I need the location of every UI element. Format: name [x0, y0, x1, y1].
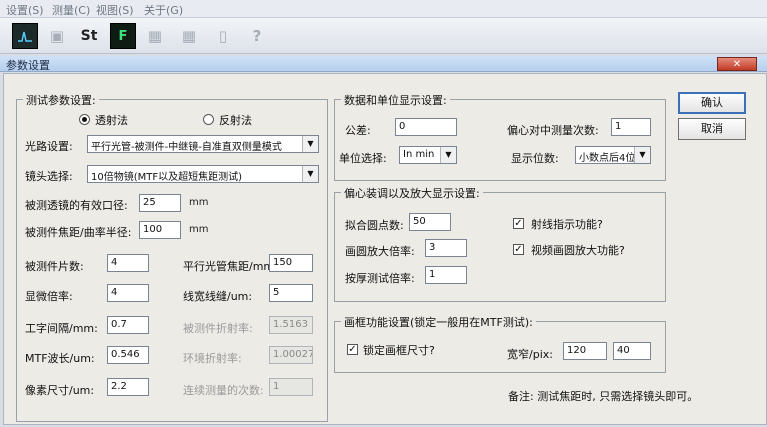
dialog-title: 参数设置: [6, 59, 50, 72]
aperture-label: 被测透镜的有效口径:: [25, 199, 128, 212]
parameter-dialog: 测试参数设置: 透射法 反射法 光路设置: 平行光管-被测件-中继镜-自准直双侧…: [3, 73, 767, 425]
pixel-input[interactable]: 2.2: [107, 378, 149, 396]
lock-frame-label: 锁定画框尺寸?: [363, 344, 435, 357]
repeat-input[interactable]: 1: [269, 378, 313, 396]
pixel-label: 像素尺寸/um:: [25, 384, 95, 397]
thickness-label: 按厚测试倍率:: [345, 272, 415, 285]
digits-select[interactable]: 小数点后4位 ▼: [575, 146, 651, 164]
circle-mag-input[interactable]: 3: [425, 239, 467, 257]
eccentric-count-input[interactable]: 1: [611, 118, 651, 136]
frame-size-label: 宽窄/pix:: [507, 348, 553, 361]
menu-view[interactable]: 视图(S): [96, 2, 134, 18]
env-label: 环境折射率:: [183, 352, 242, 365]
unit-label: 单位选择:: [339, 152, 387, 165]
mag-label: 显微倍率:: [25, 290, 73, 303]
frame-title: 画框功能设置(锁定一般用在MTF测试):: [341, 314, 536, 330]
radio-transmit-label: 透射法: [95, 114, 128, 127]
pieces-input[interactable]: 4: [107, 254, 149, 272]
lens-select[interactable]: 10倍物镜(MTF以及超短焦距测试) ▼: [87, 165, 319, 183]
cross-indicator-checkbox[interactable]: ✓: [513, 218, 524, 229]
menu-bar: 设置(S) 测量(C) 视图(S) 关于(G): [0, 0, 767, 18]
refract-input[interactable]: 1.5163: [269, 316, 313, 334]
repeat-label: 连续测量的次数:: [183, 384, 264, 397]
focal-unit: mm: [189, 224, 209, 235]
note-text: 备注: 测试焦距时, 只需选择镜头即可。: [508, 390, 699, 403]
chevron-down-icon: ▼: [302, 136, 318, 152]
tolerance-label: 公差:: [345, 124, 371, 137]
st-button[interactable]: St: [76, 23, 102, 49]
test-params-group: 测试参数设置: 透射法 反射法 光路设置: 平行光管-被测件-中继镜-自准直双侧…: [16, 92, 328, 422]
aperture-unit: mm: [189, 197, 209, 208]
spacing-label: 工字间隔/mm:: [25, 322, 98, 335]
refract-label: 被测件折射率:: [183, 322, 253, 335]
chevron-down-icon: ▼: [440, 147, 456, 163]
grid-icon[interactable]: ▦: [142, 23, 168, 49]
f-button[interactable]: F: [110, 23, 136, 49]
thickness-input[interactable]: 1: [425, 266, 467, 284]
aperture-input[interactable]: 25: [139, 194, 181, 212]
unit-value: In min: [403, 149, 435, 160]
eccentric-count-label: 偏心对中测量次数:: [507, 124, 599, 137]
data-units-title: 数据和单位显示设置:: [341, 92, 450, 108]
wavelength-input[interactable]: 0.546: [107, 346, 149, 364]
line-label: 线宽线缝/um:: [183, 290, 253, 303]
help-icon[interactable]: ?: [244, 23, 270, 49]
line-input[interactable]: 5: [269, 284, 313, 302]
dialog-title-bar: 参数设置 ✕: [0, 56, 767, 72]
menu-measure[interactable]: 测量(C): [52, 2, 90, 18]
lens-value: 10倍物镜(MTF以及超短焦距测试): [91, 172, 243, 183]
radio-transmit[interactable]: [79, 114, 90, 125]
menu-about[interactable]: 关于(G): [144, 2, 183, 18]
frame-group: 画框功能设置(锁定一般用在MTF测试): ✓ 锁定画框尺寸? 宽窄/pix: 1…: [334, 314, 666, 373]
menu-settings[interactable]: 设置(S): [6, 2, 44, 18]
pieces-label: 被测件片数:: [25, 260, 84, 273]
cross-indicator-label: 射线指示功能?: [531, 218, 603, 231]
focal-input[interactable]: 100: [139, 221, 181, 239]
waveform-icon[interactable]: [12, 23, 38, 49]
light-path-select[interactable]: 平行光管-被测件-中继镜-自准直双侧量模式 ▼: [87, 135, 319, 153]
env-input[interactable]: 1.000273: [269, 346, 313, 364]
mag-input[interactable]: 4: [107, 284, 149, 302]
eccentric-display-title: 偏心装调以及放大显示设置:: [341, 185, 483, 201]
frame-icon[interactable]: ▣: [44, 23, 70, 49]
data-units-group: 数据和单位显示设置: 公差: 0 偏心对中测量次数: 1 单位选择: In mi…: [334, 92, 666, 181]
light-path-value: 平行光管-被测件-中继镜-自准直双侧量模式: [91, 142, 282, 153]
fit-points-input[interactable]: 50: [409, 213, 451, 231]
frame-width-input[interactable]: 120: [563, 342, 607, 360]
collimator-label: 平行光管焦距/mm:: [183, 260, 278, 273]
document-icon[interactable]: ▯: [210, 23, 236, 49]
spacing-input[interactable]: 0.7: [107, 316, 149, 334]
radio-reflect[interactable]: [203, 114, 214, 125]
tolerance-input[interactable]: 0: [395, 118, 457, 136]
circle-mag-label: 画圆放大倍率:: [345, 245, 415, 258]
chevron-down-icon: ▼: [302, 166, 318, 182]
lock-frame-checkbox[interactable]: ✓: [347, 344, 358, 355]
lens-label: 镜头选择:: [25, 170, 73, 183]
wavelength-label: MTF波长/um:: [25, 352, 95, 365]
grid-alt-icon[interactable]: ▦: [176, 23, 202, 49]
chevron-down-icon: ▼: [634, 147, 650, 163]
toolbar: ▣ St F ▦ ▦ ▯ ?: [0, 18, 767, 54]
test-params-title: 测试参数设置:: [23, 92, 99, 108]
unit-select[interactable]: In min ▼: [399, 146, 457, 164]
frame-height-input[interactable]: 40: [613, 342, 651, 360]
digits-label: 显示位数:: [511, 152, 559, 165]
collimator-input[interactable]: 150: [269, 254, 313, 272]
magnify-label: 视频画圆放大功能?: [531, 244, 625, 257]
light-path-label: 光路设置:: [25, 140, 73, 153]
radio-reflect-label: 反射法: [219, 114, 252, 127]
cancel-button[interactable]: 取消: [678, 118, 746, 140]
close-icon[interactable]: ✕: [717, 57, 757, 71]
focal-label: 被测件焦距/曲率半径:: [25, 226, 132, 239]
magnify-checkbox[interactable]: ✓: [513, 244, 524, 255]
fit-points-label: 拟合圆点数:: [345, 219, 404, 232]
digits-value: 小数点后4位: [579, 153, 636, 164]
eccentric-display-group: 偏心装调以及放大显示设置: 拟合圆点数: 50 画圆放大倍率: 3 按厚测试倍率…: [334, 185, 666, 302]
ok-button[interactable]: 确认: [678, 92, 746, 114]
